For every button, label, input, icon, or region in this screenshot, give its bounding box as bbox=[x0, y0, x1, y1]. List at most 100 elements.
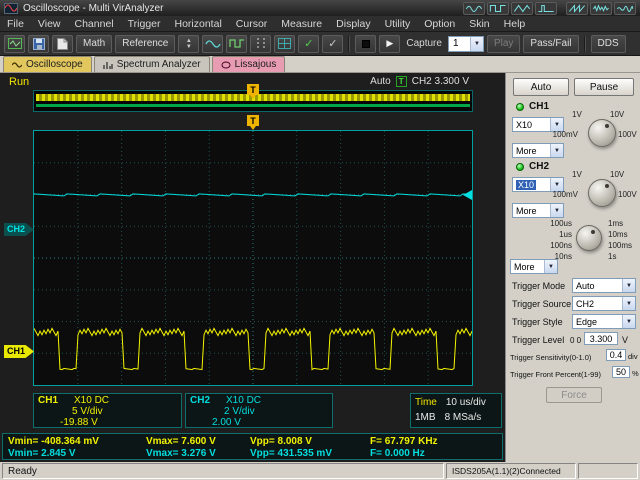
square-view-button[interactable] bbox=[226, 35, 247, 53]
sawtooth-wave-button[interactable] bbox=[566, 2, 588, 15]
trigger-source-value: CH2 bbox=[576, 299, 594, 309]
cursors-button[interactable] bbox=[250, 35, 271, 53]
pass-fail-button[interactable]: Pass/Fail bbox=[523, 35, 578, 53]
trigger-front-percent-input[interactable] bbox=[612, 366, 630, 378]
menu-channel[interactable]: Channel bbox=[68, 16, 121, 31]
tab-lissajous-label: Lissajous bbox=[235, 59, 277, 70]
trigger-level-input[interactable] bbox=[584, 332, 618, 345]
menu-bar: File View Channel Trigger Horizontal Cur… bbox=[0, 16, 640, 32]
overview-ch2-trace bbox=[36, 104, 470, 107]
trigger-position-marker-record[interactable]: T bbox=[247, 84, 259, 95]
display-screen-button[interactable] bbox=[4, 35, 25, 53]
ch1-info-mode: X10 DC bbox=[74, 395, 109, 406]
ch1-position-tag[interactable]: CH1 bbox=[4, 345, 34, 358]
auto-button[interactable]: Auto bbox=[513, 78, 569, 96]
ch2-volts-knob[interactable] bbox=[588, 179, 616, 207]
ch2-more-value: More bbox=[516, 206, 537, 216]
menu-trigger[interactable]: Trigger bbox=[121, 16, 168, 31]
ch1-more-select[interactable]: More ▼ bbox=[512, 143, 564, 158]
pulse-wave-button[interactable] bbox=[535, 2, 557, 15]
ch2-more-select[interactable]: More ▼ bbox=[512, 203, 564, 218]
ch2-volts-per-div: 2 V/div bbox=[190, 406, 328, 417]
waveform-view-button[interactable] bbox=[202, 35, 223, 53]
memory-depth: 1MB bbox=[415, 410, 436, 425]
noise-wave-button[interactable] bbox=[590, 2, 612, 15]
time-label-100ns: 100ns bbox=[540, 241, 572, 250]
menu-view[interactable]: View bbox=[31, 16, 68, 31]
trigger-style-select[interactable]: Edge ▼ bbox=[572, 314, 636, 329]
status-endcap bbox=[578, 463, 638, 479]
menu-help[interactable]: Help bbox=[497, 16, 533, 31]
pause-button[interactable]: Pause bbox=[574, 78, 634, 96]
chevron-down-icon: ▼ bbox=[622, 297, 635, 310]
square-wave-button[interactable] bbox=[487, 2, 509, 15]
toolbar-separator bbox=[348, 36, 350, 52]
trigger-mode-label: Trigger Mode bbox=[512, 281, 565, 291]
menu-file[interactable]: File bbox=[0, 16, 31, 31]
capture-count-value: 1 bbox=[453, 38, 459, 49]
menu-option[interactable]: Option bbox=[417, 16, 462, 31]
titlebar-wave-buttons bbox=[463, 2, 636, 15]
menu-horizontal[interactable]: Horizontal bbox=[168, 16, 229, 31]
timebase-knob[interactable] bbox=[576, 225, 602, 251]
trigger-front-percent-unit: % bbox=[632, 369, 639, 378]
ch2-vmax: Vmax= 3.276 V bbox=[146, 448, 250, 459]
menu-display[interactable]: Display bbox=[329, 16, 377, 31]
math-button[interactable]: Math bbox=[76, 35, 112, 53]
ch1-volts-knob[interactable] bbox=[588, 119, 616, 147]
check-measure-icon[interactable]: ✓ bbox=[322, 35, 343, 53]
save-button[interactable] bbox=[28, 35, 49, 53]
ch1-scale-label-100v: 100V bbox=[618, 130, 637, 139]
ch1-led-icon bbox=[516, 103, 524, 111]
reference-spin-buttons[interactable]: ▲▼ bbox=[178, 35, 199, 53]
sine-wave-button[interactable] bbox=[463, 2, 485, 15]
reference-button[interactable]: Reference bbox=[115, 35, 175, 53]
oscilloscope-tab-icon bbox=[12, 61, 22, 69]
menu-cursor[interactable]: Cursor bbox=[229, 16, 275, 31]
trigger-source-label: Trigger Source bbox=[512, 299, 571, 309]
ch2-position-tag[interactable]: CH2 bbox=[4, 223, 34, 236]
status-ready: Ready bbox=[2, 463, 444, 479]
ch1-scale-label-100mv: 100mV bbox=[546, 130, 578, 139]
check-pass-icon[interactable]: ✓ bbox=[298, 35, 319, 53]
run-button[interactable]: ▶ bbox=[379, 35, 400, 53]
waveform-grid[interactable] bbox=[33, 130, 473, 386]
export-image-button[interactable] bbox=[52, 35, 73, 53]
menu-utility[interactable]: Utility bbox=[378, 16, 418, 31]
tab-spectrum-label: Spectrum Analyzer bbox=[117, 59, 201, 70]
app-icon bbox=[4, 3, 18, 14]
play-button[interactable]: Play bbox=[487, 35, 520, 53]
force-trigger-button[interactable]: Force bbox=[546, 387, 602, 403]
toolbar-separator bbox=[584, 36, 586, 52]
time-label-100us: 100us bbox=[540, 219, 572, 228]
trigger-sensitivity-unit: div bbox=[628, 352, 638, 361]
tab-oscilloscope[interactable]: Oscilloscope bbox=[3, 56, 92, 72]
tab-lissajous[interactable]: Lissajous bbox=[212, 56, 286, 72]
sample-rate: 8 MSa/s bbox=[445, 410, 482, 425]
trigger-mode-select[interactable]: Auto ▼ bbox=[572, 278, 636, 293]
tab-spectrum-analyzer[interactable]: Spectrum Analyzer bbox=[94, 56, 210, 72]
ch2-vmin: Vmin= 2.845 V bbox=[8, 448, 146, 459]
trigger-style-value: Edge bbox=[576, 317, 597, 327]
am-wave-button[interactable] bbox=[614, 2, 636, 15]
stop-button[interactable] bbox=[355, 35, 376, 53]
dds-button[interactable]: DDS bbox=[591, 35, 626, 53]
time-label-100ms: 100ms bbox=[608, 241, 632, 250]
ch2-header: CH2 bbox=[516, 161, 549, 172]
capture-label: Capture bbox=[403, 38, 445, 49]
ch2-scale-label-100v: 100V bbox=[618, 190, 637, 199]
trigger-status-cluster: Auto T CH2 3.300 V bbox=[370, 76, 469, 87]
triangle-wave-button[interactable] bbox=[511, 2, 533, 15]
trigger-source-select[interactable]: CH2 ▼ bbox=[572, 296, 636, 311]
trigger-position-marker-view[interactable]: T bbox=[247, 115, 259, 126]
ch1-scale-label-1v: 1V bbox=[572, 110, 582, 119]
timebase-more-select[interactable]: More ▼ bbox=[510, 259, 558, 274]
title-bar: Oscilloscope - Multi VirAnalyzer bbox=[0, 0, 640, 16]
spectrum-tab-icon bbox=[103, 61, 113, 69]
menu-skin[interactable]: Skin bbox=[462, 16, 496, 31]
trigger-sensitivity-input[interactable] bbox=[606, 349, 626, 361]
trigger-icon: T bbox=[396, 76, 407, 87]
capture-count-select[interactable]: 1 ▼ bbox=[448, 36, 484, 52]
menu-measure[interactable]: Measure bbox=[274, 16, 329, 31]
grid-display-button[interactable] bbox=[274, 35, 295, 53]
